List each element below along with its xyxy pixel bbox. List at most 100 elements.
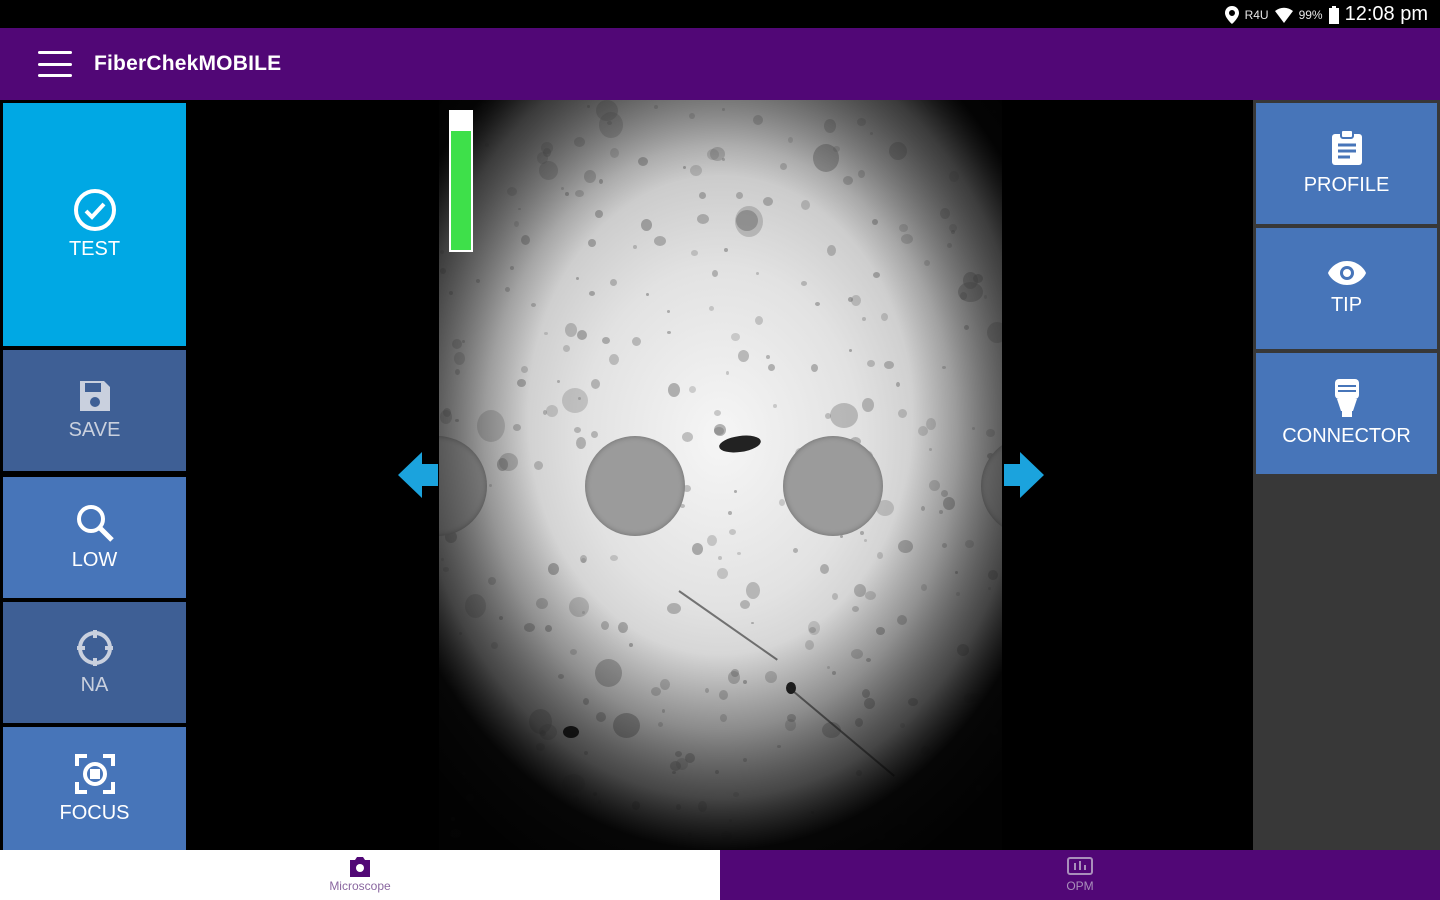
contamination-spot [877,552,883,559]
contamination-spot [951,230,955,234]
connector-plug-icon [1334,379,1359,417]
contamination-spot [827,666,830,669]
contamination-spot [570,649,577,655]
contamination-spot [993,110,996,113]
contamination-spot [526,809,531,815]
tab-opm[interactable]: OPM [720,850,1440,900]
contamination-spot [970,693,981,702]
contamination-spot [743,680,747,684]
contamination-spot [596,712,606,722]
contamination-spot [987,322,1002,343]
contamination-spot [553,826,558,831]
bottom-tab-bar: Microscope OPM [0,850,1440,900]
previous-fiber-arrow-icon[interactable] [398,452,438,498]
contamination-spot [753,115,763,125]
contamination-spot [633,245,637,249]
contamination-spot [793,548,798,553]
test-label: TEST [68,238,121,260]
contamination-spot [940,208,950,219]
contamination-spot [731,333,740,341]
status-bar: R4U 99% 12:08 pm [0,0,1440,28]
contamination-spot [926,418,936,430]
contamination-spot [719,690,728,700]
tip-button[interactable]: TIP [1256,228,1437,349]
clipboard-icon [1331,130,1362,165]
contamination-spot [729,529,736,535]
battery-icon [1328,5,1339,24]
low-label: LOW [71,549,118,571]
contamination-spot [801,200,810,210]
contamination-spot [900,723,905,728]
contamination-spot [577,330,587,340]
contamination-spot [598,800,601,804]
fiber-core [783,436,883,536]
profile-button[interactable]: PROFILE [1256,103,1437,224]
contamination-spot [688,832,692,837]
tab-microscope[interactable]: Microscope [0,850,720,900]
save-button[interactable]: SAVE [3,350,186,471]
focus-level-meter [449,110,473,252]
contamination-spot [740,600,750,609]
contamination-spot [851,295,861,306]
contamination-spot [712,270,718,277]
eye-icon [1327,261,1366,285]
power-meter-icon [1067,857,1093,875]
contamination-spot [536,743,545,751]
hamburger-menu-icon[interactable] [38,51,72,77]
next-fiber-arrow-icon[interactable] [1004,452,1044,498]
contamination-spot [595,210,603,218]
focus-button[interactable]: FOCUS [3,727,186,850]
contamination-spot [765,671,777,683]
contamination-spot [449,291,453,295]
tab-opm-label: OPM [1066,879,1094,893]
check-circle-icon [73,189,116,231]
contamination-spot [558,674,564,679]
contamination-spot [651,687,661,696]
contamination-spot [801,281,807,286]
contamination-spot [908,698,918,706]
contamination-spot [849,349,852,352]
contamination-spot [943,497,955,510]
contamination-spot [864,539,867,542]
contamination-spot [574,796,579,802]
contamination-spot [766,355,770,359]
contamination-spot [865,591,876,600]
contamination-spot [660,679,670,690]
test-button[interactable]: TEST [3,103,186,346]
contamination-spot [773,404,777,408]
contamination-spot [921,584,927,591]
fiber-endface-image[interactable] [439,100,1002,850]
magnification-low-button[interactable]: LOW [3,477,186,598]
contamination-spot [546,405,558,417]
contamination-spot [667,331,671,334]
contamination-spot [964,325,969,330]
contamination-spot [440,410,452,424]
contamination-spot [984,295,987,299]
contamination-spot [941,490,948,497]
contamination-spot [676,758,688,770]
contamination-spot [714,410,721,416]
contamination-spot [881,313,888,321]
contamination-spot [898,540,913,553]
contamination-spot [788,137,793,143]
contamination-spot [872,219,878,225]
connector-button[interactable]: CONNECTOR [1256,353,1437,474]
contamination-spot [717,568,728,579]
contamination-spot [889,142,907,160]
contamination-spot [728,511,732,515]
contamination-spot [820,564,829,574]
contamination-spot [942,366,946,369]
contamination-spot [521,366,528,373]
na-button[interactable]: NA [3,602,186,723]
contamination-spot [913,772,925,782]
contamination-spot [447,671,454,679]
focus-level-fill [451,131,471,250]
contamination-spot [862,689,870,698]
contamination-spots [439,100,1002,850]
contamination-spot [513,424,521,431]
tab-microscope-label: Microscope [329,879,391,893]
contamination-spot [518,208,521,210]
contamination-spot [707,535,717,546]
contamination-spot [575,190,584,197]
contamination-spot [527,780,532,785]
